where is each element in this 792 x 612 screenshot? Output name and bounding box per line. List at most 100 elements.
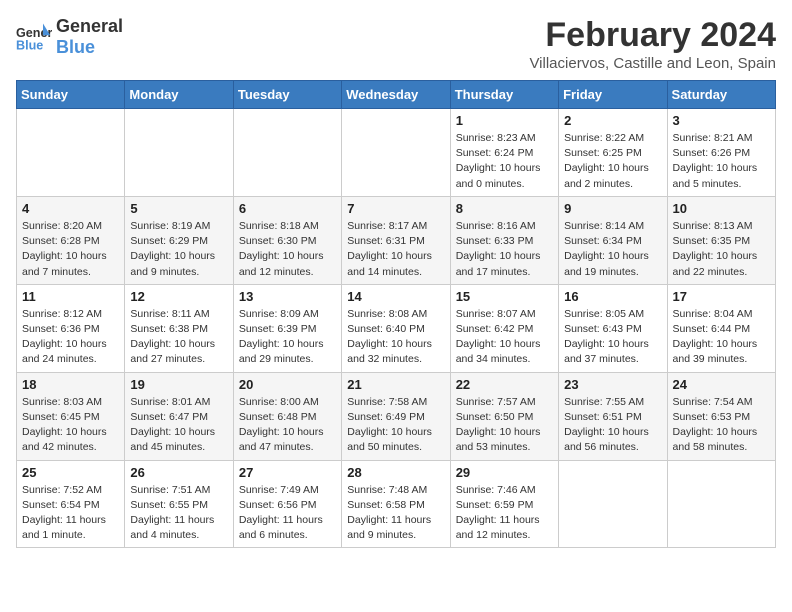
day-detail: Sunrise: 7:52 AM Sunset: 6:54 PM Dayligh… xyxy=(22,483,119,544)
day-number: 11 xyxy=(22,289,119,304)
calendar-cell: 5 Sunrise: 8:19 AM Sunset: 6:29 PM Daylig… xyxy=(125,196,233,284)
calendar-cell: 26Sunrise: 7:51 AM Sunset: 6:55 PM Dayli… xyxy=(125,460,233,548)
day-detail: Sunrise: 7:49 AM Sunset: 6:56 PM Dayligh… xyxy=(239,483,336,544)
day-detail: Sunrise: 8:01 AM Sunset: 6:47 PM Dayligh… xyxy=(130,395,227,456)
day-number: 5 xyxy=(130,201,227,216)
day-detail: Sunrise: 8:03 AM Sunset: 6:45 PM Dayligh… xyxy=(22,395,119,456)
day-detail: Sunrise: 8:13 AM Sunset: 6:35 PM Dayligh… xyxy=(673,219,770,280)
header-cell-friday: Friday xyxy=(559,81,667,109)
day-detail: Sunrise: 8:23 AM Sunset: 6:24 PM Dayligh… xyxy=(456,131,553,192)
page-header: General Blue General Blue February 2024 … xyxy=(16,16,776,72)
title-area: February 2024 Villaciervos, Castille and… xyxy=(529,16,776,72)
calendar-cell: 15 Sunrise: 8:07 AM Sunset: 6:42 PM Dayli… xyxy=(450,284,558,372)
day-number: 6 xyxy=(239,201,336,216)
day-detail: Sunrise: 8:09 AM Sunset: 6:39 PM Dayligh… xyxy=(239,307,336,368)
header-cell-wednesday: Wednesday xyxy=(342,81,450,109)
calendar-cell: 10Sunrise: 8:13 AM Sunset: 6:35 PM Dayli… xyxy=(667,196,775,284)
calendar-header-row: SundayMondayTuesdayWednesdayThursdayFrid… xyxy=(17,81,776,109)
day-number: 12 xyxy=(130,289,227,304)
day-detail: Sunrise: 7:57 AM Sunset: 6:50 PM Dayligh… xyxy=(456,395,553,456)
calendar-week-5: 25 Sunrise: 7:52 AM Sunset: 6:54 PM Dayli… xyxy=(17,460,776,548)
calendar-cell: 21 Sunrise: 7:58 AM Sunset: 6:49 PM Dayli… xyxy=(342,372,450,460)
logo-line2: Blue xyxy=(56,37,123,58)
day-detail: Sunrise: 8:11 AM Sunset: 6:38 PM Dayligh… xyxy=(130,307,227,368)
calendar-cell: 28Sunrise: 7:48 AM Sunset: 6:58 PM Dayli… xyxy=(342,460,450,548)
calendar-cell: 19 Sunrise: 8:01 AM Sunset: 6:47 PM Dayli… xyxy=(125,372,233,460)
calendar-cell: 29 Sunrise: 7:46 AM Sunset: 6:59 PM Dayli… xyxy=(450,460,558,548)
day-detail: Sunrise: 8:07 AM Sunset: 6:42 PM Dayligh… xyxy=(456,307,553,368)
day-number: 27 xyxy=(239,465,336,480)
day-detail: Sunrise: 8:05 AM Sunset: 6:43 PM Dayligh… xyxy=(564,307,661,368)
day-detail: Sunrise: 7:48 AM Sunset: 6:58 PM Dayligh… xyxy=(347,483,444,544)
calendar-cell: 7 Sunrise: 8:17 AM Sunset: 6:31 PM Daylig… xyxy=(342,196,450,284)
day-number: 20 xyxy=(239,377,336,392)
day-detail: Sunrise: 8:17 AM Sunset: 6:31 PM Dayligh… xyxy=(347,219,444,280)
calendar-cell: 14 Sunrise: 8:08 AM Sunset: 6:40 PM Dayli… xyxy=(342,284,450,372)
logo-icon: General Blue xyxy=(16,19,52,55)
calendar-cell: 9 Sunrise: 8:14 AM Sunset: 6:34 PM Daylig… xyxy=(559,196,667,284)
day-detail: Sunrise: 7:46 AM Sunset: 6:59 PM Dayligh… xyxy=(456,483,553,544)
calendar-cell: 11 Sunrise: 8:12 AM Sunset: 6:36 PM Dayli… xyxy=(17,284,125,372)
calendar-cell: 20 Sunrise: 8:00 AM Sunset: 6:48 PM Dayli… xyxy=(233,372,341,460)
calendar-week-1: 1 Sunrise: 8:23 AM Sunset: 6:24 PM Daylig… xyxy=(17,109,776,197)
day-detail: Sunrise: 8:21 AM Sunset: 6:26 PM Dayligh… xyxy=(673,131,770,192)
day-detail: Sunrise: 7:58 AM Sunset: 6:49 PM Dayligh… xyxy=(347,395,444,456)
calendar-table: SundayMondayTuesdayWednesdayThursdayFrid… xyxy=(16,80,776,548)
day-number: 24 xyxy=(673,377,770,392)
logo-area: General Blue General Blue xyxy=(16,16,123,58)
day-number: 9 xyxy=(564,201,661,216)
calendar-cell: 18 Sunrise: 8:03 AM Sunset: 6:45 PM Dayli… xyxy=(17,372,125,460)
calendar-week-2: 4Sunrise: 8:20 AM Sunset: 6:28 PM Daylig… xyxy=(17,196,776,284)
logo-line1: General xyxy=(56,16,123,37)
calendar-cell: 23Sunrise: 7:55 AM Sunset: 6:51 PM Dayli… xyxy=(559,372,667,460)
calendar-cell: 2 Sunrise: 8:22 AM Sunset: 6:25 PM Daylig… xyxy=(559,109,667,197)
day-number: 7 xyxy=(347,201,444,216)
calendar-cell xyxy=(342,109,450,197)
day-detail: Sunrise: 8:12 AM Sunset: 6:36 PM Dayligh… xyxy=(22,307,119,368)
day-number: 17 xyxy=(673,289,770,304)
day-detail: Sunrise: 8:18 AM Sunset: 6:30 PM Dayligh… xyxy=(239,219,336,280)
day-number: 4 xyxy=(22,201,119,216)
day-number: 18 xyxy=(22,377,119,392)
calendar-cell: 6 Sunrise: 8:18 AM Sunset: 6:30 PM Daylig… xyxy=(233,196,341,284)
day-number: 1 xyxy=(456,113,553,128)
day-detail: Sunrise: 8:00 AM Sunset: 6:48 PM Dayligh… xyxy=(239,395,336,456)
day-detail: Sunrise: 8:14 AM Sunset: 6:34 PM Dayligh… xyxy=(564,219,661,280)
calendar-cell: 4Sunrise: 8:20 AM Sunset: 6:28 PM Daylig… xyxy=(17,196,125,284)
header-cell-monday: Monday xyxy=(125,81,233,109)
calendar-body: 1 Sunrise: 8:23 AM Sunset: 6:24 PM Daylig… xyxy=(17,109,776,548)
header-cell-sunday: Sunday xyxy=(17,81,125,109)
day-number: 14 xyxy=(347,289,444,304)
day-number: 26 xyxy=(130,465,227,480)
calendar-cell xyxy=(559,460,667,548)
day-number: 3 xyxy=(673,113,770,128)
day-number: 13 xyxy=(239,289,336,304)
day-number: 15 xyxy=(456,289,553,304)
day-number: 25 xyxy=(22,465,119,480)
day-number: 8 xyxy=(456,201,553,216)
header-cell-thursday: Thursday xyxy=(450,81,558,109)
day-detail: Sunrise: 8:22 AM Sunset: 6:25 PM Dayligh… xyxy=(564,131,661,192)
day-number: 2 xyxy=(564,113,661,128)
day-number: 29 xyxy=(456,465,553,480)
day-number: 19 xyxy=(130,377,227,392)
main-title: February 2024 xyxy=(529,16,776,55)
header-cell-tuesday: Tuesday xyxy=(233,81,341,109)
calendar-cell: 27 Sunrise: 7:49 AM Sunset: 6:56 PM Dayli… xyxy=(233,460,341,548)
calendar-cell xyxy=(125,109,233,197)
calendar-cell: 24Sunrise: 7:54 AM Sunset: 6:53 PM Dayli… xyxy=(667,372,775,460)
calendar-cell: 8 Sunrise: 8:16 AM Sunset: 6:33 PM Daylig… xyxy=(450,196,558,284)
calendar-cell xyxy=(17,109,125,197)
day-detail: Sunrise: 8:19 AM Sunset: 6:29 PM Dayligh… xyxy=(130,219,227,280)
day-number: 16 xyxy=(564,289,661,304)
calendar-cell: 12 Sunrise: 8:11 AM Sunset: 6:38 PM Dayli… xyxy=(125,284,233,372)
calendar-cell xyxy=(667,460,775,548)
day-detail: Sunrise: 7:55 AM Sunset: 6:51 PM Dayligh… xyxy=(564,395,661,456)
calendar-cell: 17Sunrise: 8:04 AM Sunset: 6:44 PM Dayli… xyxy=(667,284,775,372)
day-detail: Sunrise: 8:16 AM Sunset: 6:33 PM Dayligh… xyxy=(456,219,553,280)
calendar-cell: 13 Sunrise: 8:09 AM Sunset: 6:39 PM Dayli… xyxy=(233,284,341,372)
calendar-cell: 25 Sunrise: 7:52 AM Sunset: 6:54 PM Dayli… xyxy=(17,460,125,548)
day-number: 21 xyxy=(347,377,444,392)
calendar-cell: 3 Sunrise: 8:21 AM Sunset: 6:26 PM Daylig… xyxy=(667,109,775,197)
day-detail: Sunrise: 8:08 AM Sunset: 6:40 PM Dayligh… xyxy=(347,307,444,368)
